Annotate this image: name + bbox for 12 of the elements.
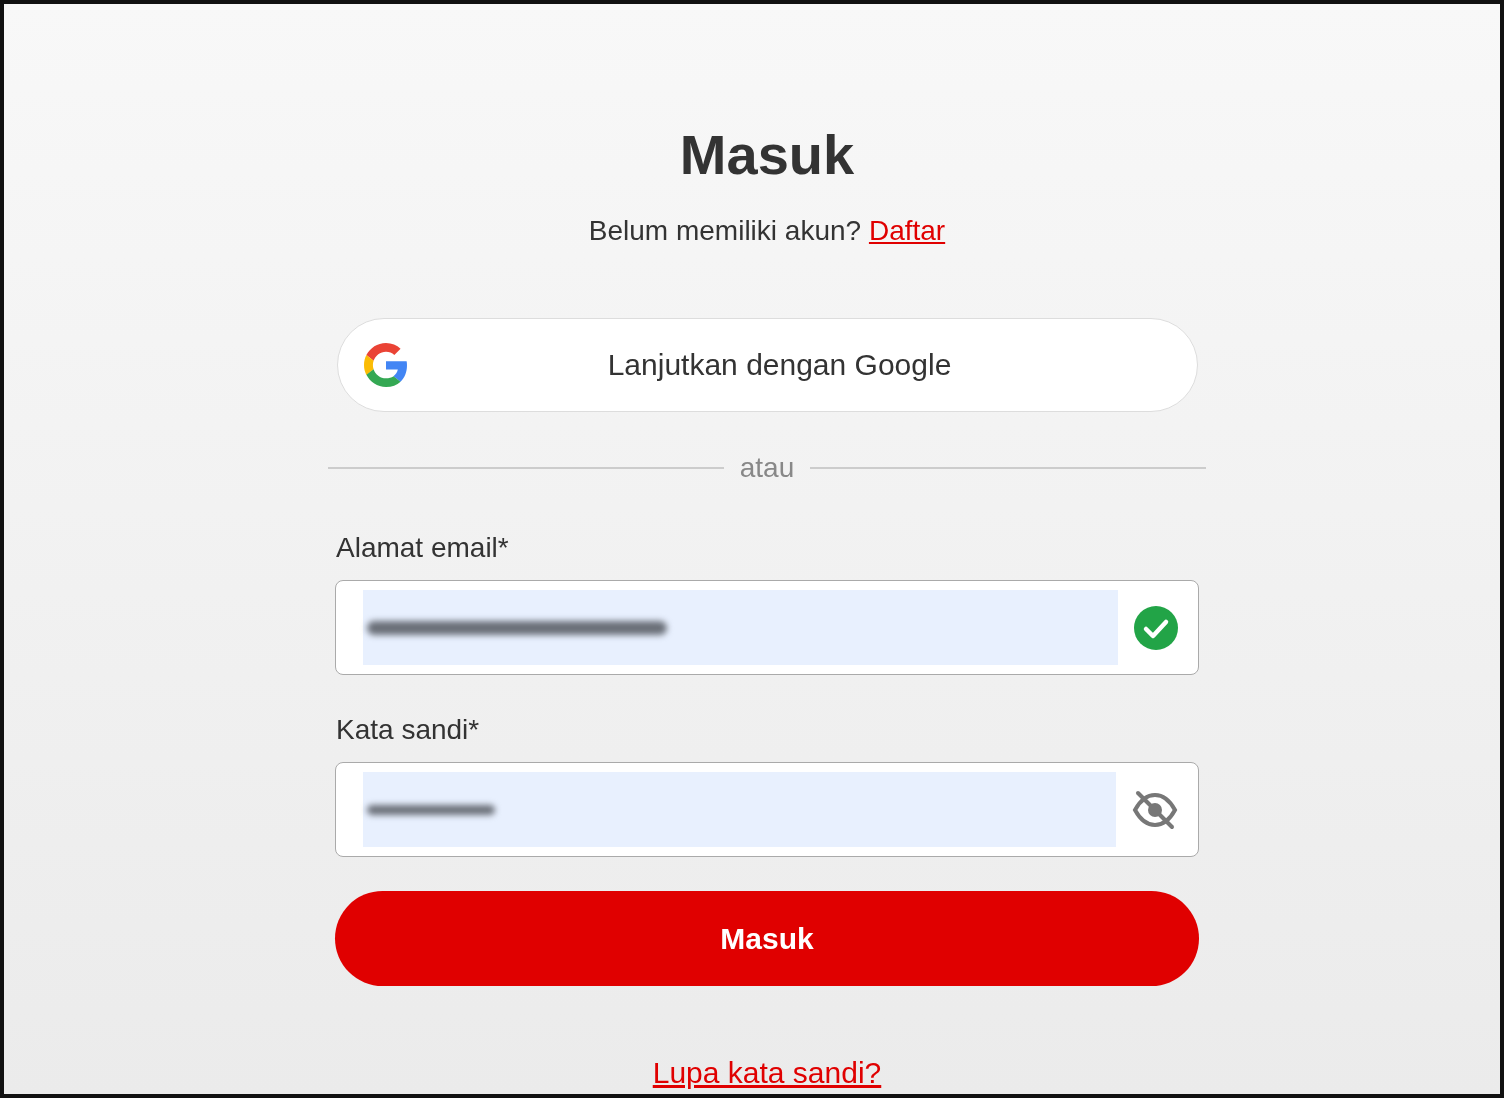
forgot-password-link[interactable]: Lupa kata sandi? bbox=[652, 1055, 882, 1091]
signup-link[interactable]: Daftar bbox=[868, 215, 946, 246]
google-button[interactable]: Lanjutkan dengan Google bbox=[337, 318, 1198, 412]
password-field[interactable] bbox=[335, 762, 1199, 857]
field-label: Kata sandi* bbox=[336, 713, 480, 747]
divider-label: atau bbox=[739, 452, 795, 484]
google-icon bbox=[364, 343, 408, 387]
submit-button[interactable]: Masuk bbox=[335, 891, 1199, 986]
page-title: Masuk bbox=[679, 123, 855, 187]
signup-prompt: Belum memiliki akun? Daftar bbox=[588, 214, 946, 248]
field-label: Alamat email* bbox=[336, 531, 509, 565]
email-field[interactable] bbox=[335, 580, 1199, 675]
